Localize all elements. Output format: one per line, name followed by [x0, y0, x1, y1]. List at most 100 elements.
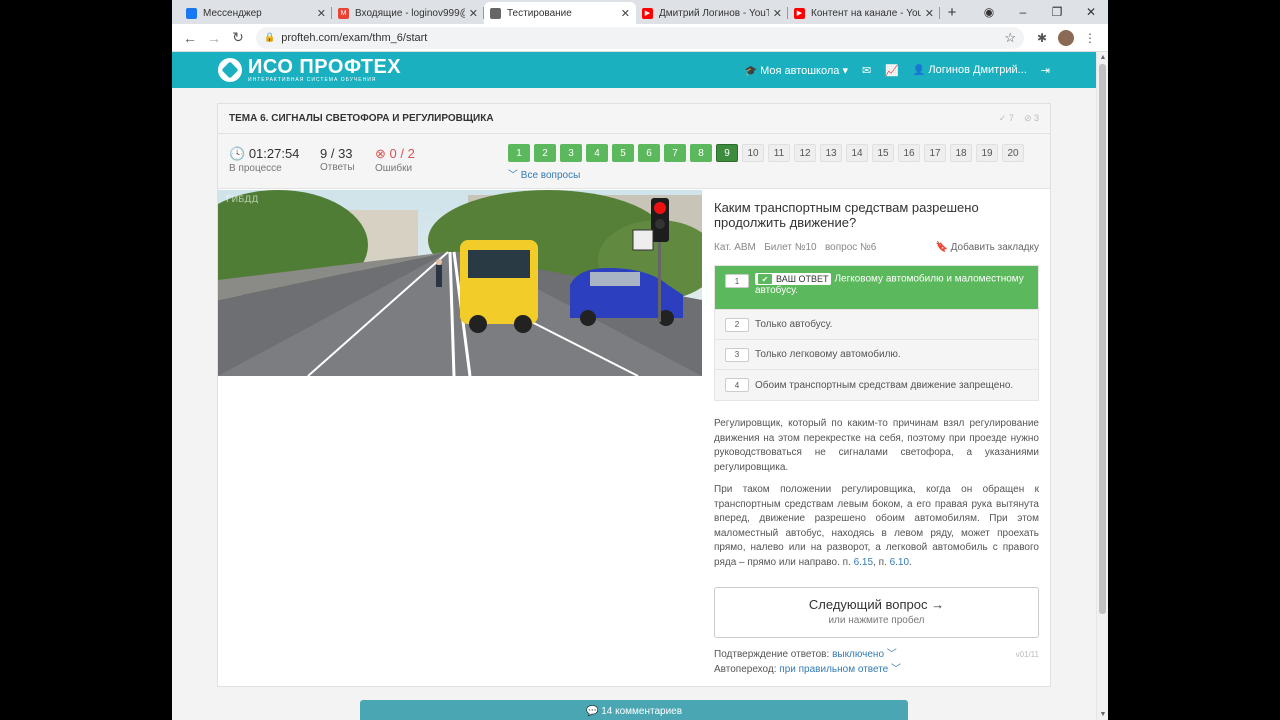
explanation: Регулировщик, который по каким-то причин…	[714, 417, 1039, 570]
browser-tab[interactable]: M Входящие - loginov999@ ✕	[332, 2, 484, 24]
page-viewport: ИСО ПРОФТЕХ ИНТЕРАКТИВНАЯ СИСТЕМА ОБУЧЕН…	[172, 52, 1096, 720]
tab-favicon-icon: ▶	[642, 7, 653, 19]
question-number-button[interactable]: 14	[846, 144, 868, 162]
all-questions-link[interactable]: ﹀ Все вопросы	[508, 166, 580, 181]
scroll-down-arrow-icon[interactable]: ▼	[1097, 711, 1108, 718]
logo-title: ИСО ПРОФТЕХ	[248, 56, 402, 78]
question-number-button[interactable]: 12	[794, 144, 816, 162]
question-number-button[interactable]: 3	[560, 144, 582, 162]
question-number-button[interactable]: 18	[950, 144, 972, 162]
reload-button[interactable]: ↻	[226, 29, 250, 46]
tab-close-icon[interactable]: ✕	[925, 7, 934, 20]
next-question-label: Следующий вопрос →	[808, 597, 945, 612]
question-number-button[interactable]: 6	[638, 144, 660, 162]
back-button[interactable]: ←	[178, 30, 202, 46]
question-number-button[interactable]: 17	[924, 144, 946, 162]
rule-link-6-10[interactable]: 6.10	[890, 557, 909, 568]
auto-value: при правильном ответе	[779, 664, 889, 675]
answers-value: 9 / 33	[320, 146, 353, 161]
tab-close-icon[interactable]: ✕	[469, 7, 478, 20]
answer-option[interactable]: 4 Обоим транспортным средствам движение з…	[715, 370, 1038, 400]
tab-close-icon[interactable]: ✕	[621, 7, 630, 20]
clock-icon: 🕓	[229, 146, 246, 161]
add-bookmark-link[interactable]: 🔖 Добавить закладку	[935, 242, 1039, 253]
question-panel: Каким транспортным средствам разрешено п…	[714, 200, 1039, 570]
tab-title: Контент на канале - YouT	[811, 7, 921, 19]
nav-my-school[interactable]: 🎓 Моя автошкола ▾	[745, 64, 848, 77]
question-number-button[interactable]: 11	[768, 144, 790, 162]
url-field[interactable]: 🔒 profteh.com/exam/thm_6/start ☆	[256, 26, 1024, 49]
bookmark-label: Добавить закладку	[950, 242, 1039, 253]
skipped-count: ⊘ 3	[1023, 113, 1039, 123]
logout-icon[interactable]: ⇥	[1041, 64, 1050, 77]
tab-favicon-icon	[186, 7, 197, 19]
auto-toggle[interactable]: при правильном ответе ﹀	[779, 664, 901, 675]
question-title: Каким транспортным средствам разрешено п…	[714, 200, 979, 230]
question-number-button[interactable]: 19	[976, 144, 998, 162]
stats-chart-icon[interactable]: 📈	[885, 64, 899, 77]
question-number-button[interactable]: 4	[586, 144, 608, 162]
browser-tab[interactable]: ▶ Контент на канале - YouT ✕	[788, 2, 940, 24]
browser-tab[interactable]: ▶ Дмитрий Логинов - YouT ✕	[636, 2, 788, 24]
answer-number: 1	[725, 274, 749, 288]
question-number-button[interactable]: 10	[742, 144, 764, 162]
confirm-toggle[interactable]: выключено ﹀	[832, 649, 897, 660]
question-number-button[interactable]: 5	[612, 144, 634, 162]
scroll-up-arrow-icon[interactable]: ▲	[1097, 54, 1108, 61]
mail-icon[interactable]: ✉	[862, 64, 871, 77]
site-logo[interactable]: ИСО ПРОФТЕХ ИНТЕРАКТИВНАЯ СИСТЕМА ОБУЧЕН…	[218, 57, 401, 83]
question-number-button[interactable]: 13	[820, 144, 842, 162]
answer-text: Только автобусу.	[755, 319, 833, 330]
errors-value: 0 / 2	[389, 146, 415, 161]
question-number-button[interactable]: 15	[872, 144, 894, 162]
tab-favicon-icon: ▶	[794, 7, 805, 19]
forward-button[interactable]: →	[202, 30, 226, 46]
all-questions-label: Все вопросы	[520, 170, 581, 181]
answer-number: 3	[725, 347, 749, 362]
question-number-button[interactable]: 7	[664, 144, 686, 162]
question-number-button[interactable]: 2	[534, 144, 556, 162]
tab-close-icon[interactable]: ✕	[773, 7, 782, 20]
version-label: v01/11	[1015, 650, 1039, 659]
tab-title: Дмитрий Логинов - YouT	[659, 7, 769, 19]
browser-menu-icon[interactable]: ⋮	[1078, 31, 1102, 45]
answer-option[interactable]: 1 ✔ ВАШ ОТВЕТ Легковому автомобилю и маломе…	[715, 266, 1038, 310]
answer-list: 1 ✔ ВАШ ОТВЕТ Легковому автомобилю и маломе…	[714, 265, 1039, 401]
question-number-button[interactable]: 9	[716, 144, 738, 162]
question-number-button[interactable]: 8	[690, 144, 712, 162]
auto-label: Автопереход:	[714, 664, 777, 675]
browser-tab[interactable]: Мессенджер ✕	[180, 2, 332, 24]
lock-icon: 🔒	[264, 32, 276, 42]
answer-option[interactable]: 3 Только легковому автомобилю.	[715, 340, 1038, 370]
answer-text: Обоим транспортным средствам движение за…	[755, 379, 1014, 391]
close-window-button[interactable]: ✕	[1074, 5, 1108, 19]
timer-label: В процессе	[229, 163, 282, 174]
extensions-icon[interactable]: ✱	[1030, 31, 1054, 45]
exam-header: ТЕМА 6. СИГНАЛЫ СВЕТОФОРА И РЕГУЛИРОВЩИК…	[218, 104, 1050, 134]
minimize-button[interactable]: –	[1006, 5, 1040, 19]
tab-close-icon[interactable]: ✕	[317, 7, 326, 20]
nav-user[interactable]: 👤 Логинов Дмитрий...	[913, 64, 1027, 76]
correct-count-value: 7	[1008, 113, 1014, 123]
logo-subtitle: ИНТЕРАКТИВНАЯ СИСТЕМА ОБУЧЕНИЯ	[248, 77, 377, 83]
tab-search-icon[interactable]: ◉	[972, 5, 1006, 19]
comments-button[interactable]: 💬 14 комментариев	[360, 700, 908, 720]
question-number-button[interactable]: 1	[508, 144, 530, 162]
new-tab-button[interactable]: +	[940, 2, 964, 24]
bookmark-star-icon[interactable]: ☆	[1004, 30, 1016, 46]
tab-favicon-icon: M	[338, 7, 349, 19]
timer-stat: 🕓 01:27:54 В процессе	[229, 146, 299, 174]
answer-option[interactable]: 2 Только автобусу.	[715, 310, 1038, 340]
bookmark-icon: 🔖	[935, 242, 948, 253]
browser-tab[interactable]: Тестирование ✕	[484, 2, 636, 24]
scroll-thumb[interactable]	[1099, 64, 1106, 614]
next-question-button[interactable]: Следующий вопрос → или нажмите пробел	[714, 587, 1039, 638]
question-number-button[interactable]: 16	[898, 144, 920, 162]
errors-label: Ошибки	[375, 163, 413, 174]
rule-link-6-15[interactable]: 6.15	[854, 557, 873, 568]
profile-avatar[interactable]	[1058, 29, 1074, 46]
restore-button[interactable]: ❐	[1040, 5, 1074, 19]
question-number-button[interactable]: 20	[1002, 144, 1024, 162]
page-scrollbar[interactable]: ▲ ▼	[1096, 52, 1108, 720]
tab-strip: Мессенджер ✕ M Входящие - loginov999@ ✕ Тести…	[172, 0, 1108, 24]
